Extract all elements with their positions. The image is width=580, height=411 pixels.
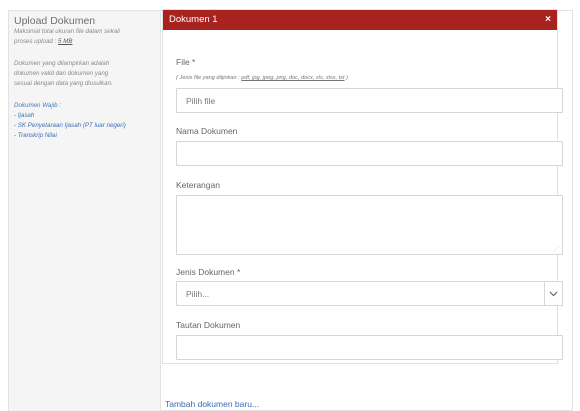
nama-dokumen-label: Nama Dokumen xyxy=(176,126,238,136)
file-hint-types: pdf, jpg, jpeg, png, doc, docx, xls, xls… xyxy=(241,75,345,81)
required-doc-sk-penyetaraan: - SK Penyetaraan Ijasah (PT luar negeri) xyxy=(14,122,126,129)
file-type-hint: ( Jenis file yang diijinkan : pdf, jpg, … xyxy=(176,75,348,81)
jenis-dokumen-select[interactable]: Pilih... xyxy=(176,281,563,306)
chevron-down-icon[interactable] xyxy=(544,282,562,305)
max-size-note-line1: Maksimal total ukuran file dalam sekali xyxy=(14,28,120,35)
file-hint-prefix: ( Jenis file yang diijinkan : xyxy=(176,75,242,81)
add-document-link[interactable]: Tambah dokumen baru... xyxy=(165,399,259,409)
document-panel-title: Dokumen 1 xyxy=(169,14,218,25)
close-icon[interactable]: × xyxy=(545,10,551,30)
nama-dokumen-input[interactable] xyxy=(176,141,563,166)
resize-handle-icon[interactable]: ⋰ xyxy=(553,246,559,253)
validity-note-line1: Dokumen yang dilampirkan adalah xyxy=(14,60,110,67)
max-size-note-prefix: proses upload : xyxy=(14,38,59,45)
required-docs-title: Dokumen Wajib : xyxy=(14,102,61,109)
max-size-note: Maksimal total ukuran file dalam sekali … xyxy=(14,27,155,47)
max-size-note-line2: proses upload : 5 MB xyxy=(14,37,155,47)
required-doc-transkrip: - Transkrip Nilai xyxy=(14,132,57,139)
jenis-dokumen-selected: Pilih... xyxy=(186,288,210,299)
required-doc-ijasah: - Ijasah xyxy=(14,112,35,119)
validity-note: Dokumen yang dilampirkan adalah dokumen … xyxy=(14,59,155,89)
tautan-dokumen-label: Tautan Dokumen xyxy=(176,320,241,330)
upload-sidebar: Upload Dokumen Maksimal total ukuran fil… xyxy=(9,11,161,411)
sidebar-title: Upload Dokumen xyxy=(14,15,96,27)
max-size-value: 5 MB xyxy=(58,38,73,45)
file-input[interactable]: Pilih file xyxy=(176,88,563,113)
jenis-dokumen-label: Jenis Dokumen * xyxy=(176,267,241,277)
file-hint-suffix: ) xyxy=(344,75,348,81)
validity-note-line2: dokumen valid dan dokumen yang xyxy=(14,70,109,77)
validity-note-line3: sesuai dengan data yang diusulkan. xyxy=(14,80,113,87)
document-panel: Dokumen 1 × xyxy=(162,9,558,364)
file-label: File * xyxy=(176,57,196,67)
file-input-placeholder: Pilih file xyxy=(186,95,216,106)
keterangan-textarea[interactable]: ⋰ xyxy=(176,195,563,255)
tautan-dokumen-input[interactable] xyxy=(176,335,563,360)
document-panel-header: Dokumen 1 × xyxy=(163,10,557,30)
keterangan-label: Keterangan xyxy=(176,180,220,190)
